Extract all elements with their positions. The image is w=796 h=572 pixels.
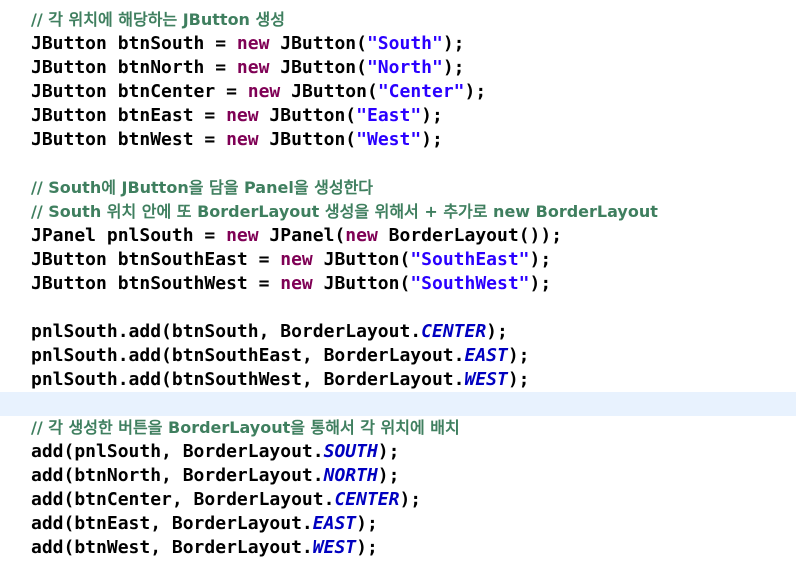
code-text: ); [464, 81, 487, 102]
comment: // 각 생성한 버튼을 BorderLayout을 통해서 각 위치에 배치 [31, 418, 460, 437]
code-text: JButton( [312, 273, 411, 294]
code-text: JButton( [312, 249, 411, 270]
code-text: ); [377, 441, 400, 462]
code-text: ); [529, 273, 552, 294]
string-literal: "North" [366, 57, 443, 78]
static-field: SOUTH [323, 441, 378, 462]
code-line[interactable]: // South 위치 안에 또 BorderLayout 생성을 위해서 + … [0, 200, 796, 224]
comment: // 각 위치에 해당하는 JButton 생성 [31, 10, 285, 29]
code-text: JButton btnWest = [31, 129, 227, 150]
code-text: ); [442, 33, 465, 54]
code-text: add(pnlSouth, BorderLayout. [31, 441, 324, 462]
code-line[interactable]: // 각 생성한 버튼을 BorderLayout을 통해서 각 위치에 배치 [0, 416, 796, 440]
code-line[interactable]: pnlSouth.add(btnSouthEast, BorderLayout.… [0, 344, 796, 368]
static-field: NORTH [323, 465, 378, 486]
static-field: EAST [464, 345, 508, 366]
static-field: WEST [312, 537, 357, 558]
current-line[interactable] [0, 392, 796, 416]
code-text: ); [529, 249, 552, 270]
keyword: new [280, 273, 313, 294]
code-text: JButton btnNorth = [31, 57, 237, 78]
code-text: ); [399, 489, 422, 510]
code-text: ); [486, 321, 508, 342]
code-line[interactable]: add(btnEast, BorderLayout.EAST); [0, 512, 796, 536]
code-text: JButton( [258, 105, 357, 126]
keyword: new [345, 225, 378, 246]
code-text: JButton( [280, 81, 378, 102]
code-text: BorderLayout()); [377, 225, 563, 246]
static-field: EAST [312, 513, 357, 534]
keyword: new [247, 81, 281, 102]
code-text: ); [507, 345, 530, 366]
code-text: add(btnNorth, BorderLayout. [31, 465, 324, 486]
code-line[interactable]: JButton btnCenter = new JButton("Center"… [0, 80, 796, 104]
static-field: CENTER [334, 489, 400, 510]
string-literal: "Center" [377, 81, 465, 102]
code-line[interactable]: add(btnWest, BorderLayout.WEST); [0, 536, 796, 560]
code-text: ); [507, 369, 530, 390]
code-text: add(btnCenter, BorderLayout. [31, 489, 335, 510]
code-text: JButton( [269, 57, 367, 78]
code-line[interactable]: add(pnlSouth, BorderLayout.SOUTH); [0, 440, 796, 464]
code-text: add(btnEast, BorderLayout. [31, 513, 313, 534]
string-literal: "East" [356, 105, 422, 126]
code-line[interactable]: add(btnNorth, BorderLayout.NORTH); [0, 464, 796, 488]
string-literal: "South" [366, 33, 443, 54]
code-line[interactable]: pnlSouth.add(btnSouth, BorderLayout.CENT… [0, 320, 796, 344]
string-literal: "West" [356, 129, 422, 150]
code-text: pnlSouth.add(btnSouth, BorderLayout. [31, 321, 422, 342]
keyword: new [226, 129, 259, 150]
comment: // South에 JButton을 담을 Panel을 생성한다 [31, 178, 374, 197]
code-line[interactable]: // 각 위치에 해당하는 JButton 생성 [0, 8, 796, 32]
code-text: add(btnWest, BorderLayout. [31, 537, 313, 558]
code-line[interactable]: JButton btnWest = new JButton("West"); [0, 128, 796, 152]
code-text: JPanel pnlSouth = [31, 225, 227, 246]
code-text: ); [421, 129, 443, 150]
keyword: new [226, 105, 259, 126]
code-line[interactable]: JButton btnSouthEast = new JButton("Sout… [0, 248, 796, 272]
code-text: pnlSouth.add(btnSouthWest, BorderLayout. [31, 369, 465, 390]
string-literal: "SouthWest" [410, 273, 530, 294]
code-line[interactable]: JPanel pnlSouth = new JPanel(new BorderL… [0, 224, 796, 248]
code-text: JButton btnCenter = [31, 81, 248, 102]
code-text: JButton btnSouth = [31, 33, 237, 54]
code-line[interactable] [0, 296, 796, 320]
code-text: JButton( [258, 129, 357, 150]
code-text: JButton btnEast = [31, 105, 227, 126]
code-line[interactable]: // South에 JButton을 담을 Panel을 생성한다 [0, 176, 796, 200]
comment: // South 위치 안에 또 BorderLayout 생성을 위해서 + … [31, 202, 658, 221]
code-text: ); [421, 105, 443, 126]
keyword: new [226, 225, 259, 246]
keyword: new [280, 249, 313, 270]
code-text: JButton btnSouthEast = [31, 249, 281, 270]
static-field: WEST [464, 369, 508, 390]
keyword: new [236, 33, 270, 54]
code-line[interactable]: JButton btnEast = new JButton("East"); [0, 104, 796, 128]
code-text: JButton( [269, 33, 367, 54]
code-text: ); [356, 537, 378, 558]
code-text: ); [442, 57, 465, 78]
code-line[interactable]: JButton btnSouthWest = new JButton("Sout… [0, 272, 796, 296]
code-text: JPanel( [258, 225, 346, 246]
code-line[interactable] [0, 152, 796, 176]
code-editor[interactable]: // 각 위치에 해당하는 JButton 생성 JButton btnSouth… [0, 0, 796, 572]
keyword: new [236, 57, 270, 78]
code-line[interactable]: add(btnCenter, BorderLayout.CENTER); [0, 488, 796, 512]
code-text: JButton btnSouthWest = [31, 273, 281, 294]
string-literal: "SouthEast" [410, 249, 530, 270]
code-line[interactable]: pnlSouth.add(btnSouthWest, BorderLayout.… [0, 368, 796, 392]
code-text: ); [377, 465, 400, 486]
code-line[interactable]: JButton btnNorth = new JButton("North"); [0, 56, 796, 80]
code-text: ); [356, 513, 378, 534]
code-line[interactable]: JButton btnSouth = new JButton("South"); [0, 32, 796, 56]
code-text: pnlSouth.add(btnSouthEast, BorderLayout. [31, 345, 465, 366]
static-field: CENTER [421, 321, 487, 342]
